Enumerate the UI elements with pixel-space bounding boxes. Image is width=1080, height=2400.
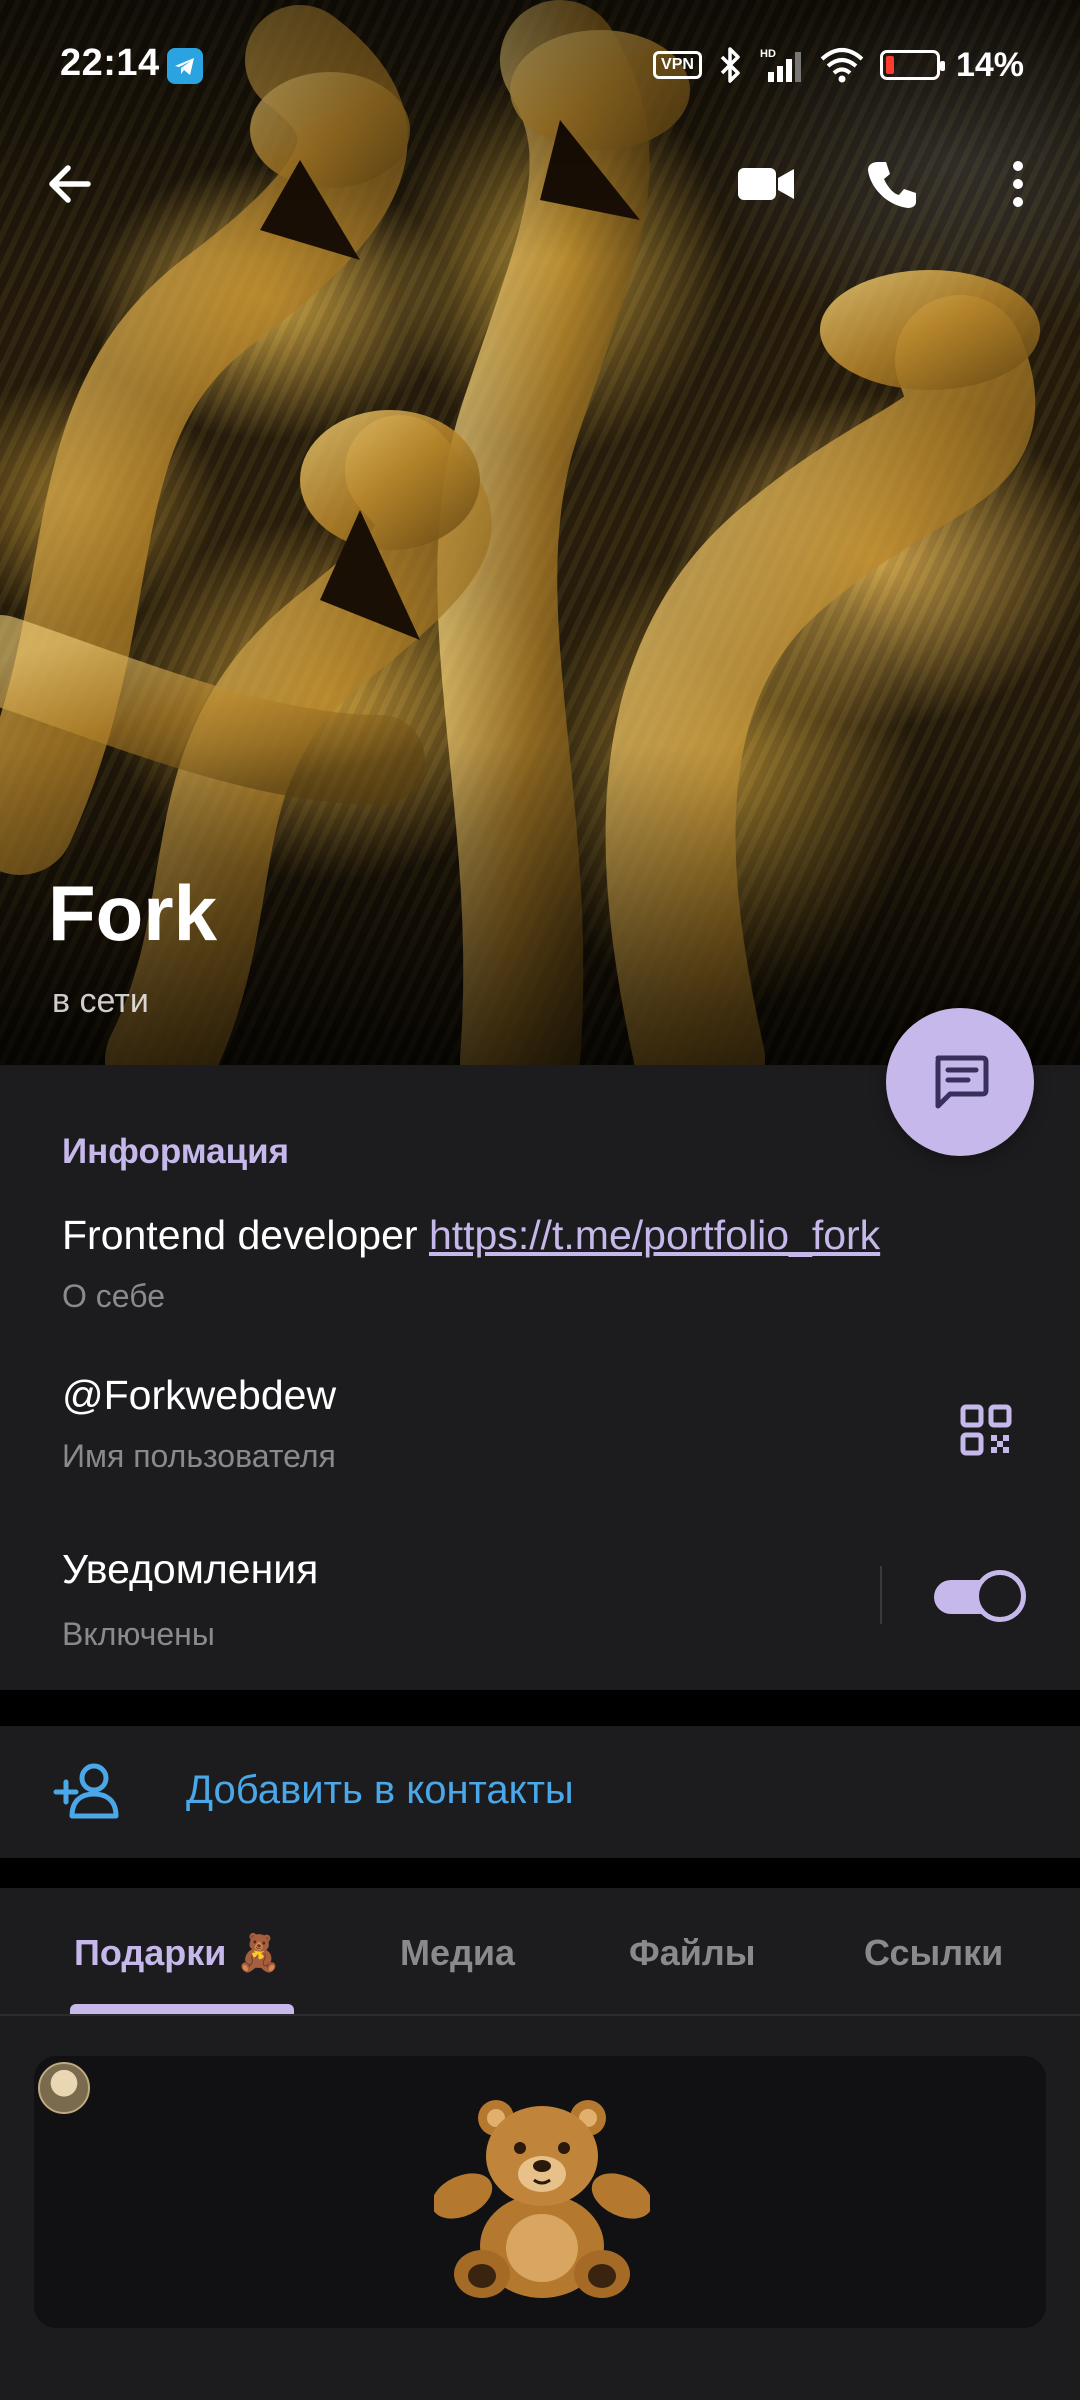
telegram-icon: [167, 48, 203, 84]
battery-icon: [879, 50, 945, 80]
bluetooth-icon: [720, 47, 740, 83]
add-contact-button[interactable]: Добавить в контакты: [0, 1726, 1080, 1858]
status-bar: 22:14 VPN HD 14%: [0, 0, 1080, 130]
status-time: 22:14: [60, 42, 160, 84]
profile-status: в сети: [52, 982, 149, 1020]
profile-name: Fork: [48, 869, 218, 957]
notifications-divider: [880, 1566, 882, 1624]
toggle-knob: [974, 1570, 1026, 1622]
more-button[interactable]: [982, 148, 1054, 220]
tab-links[interactable]: Ссылки: [864, 1932, 1003, 1974]
more-vertical-icon: [1013, 161, 1023, 207]
vpn-icon: VPN: [653, 51, 702, 79]
tab-bar: Подарки 🧸 Медиа Файлы Ссылки: [0, 1888, 1080, 2016]
phone-icon: [868, 162, 916, 208]
video-call-button[interactable]: [730, 148, 802, 220]
tab-media[interactable]: Медиа: [400, 1932, 515, 1974]
video-camera-icon: [738, 168, 794, 200]
notifications-toggle[interactable]: [934, 1570, 1026, 1622]
info-section-title: Информация: [62, 1132, 290, 1171]
message-button[interactable]: [886, 1008, 1034, 1156]
signal-icon: HD: [760, 48, 801, 82]
gift-sender-avatar[interactable]: [38, 2062, 90, 2114]
svg-text:HD: HD: [760, 48, 776, 60]
chat-bubble-icon: [935, 1055, 989, 1109]
battery-percent: 14%: [955, 45, 1024, 84]
add-contact-label: Добавить в контакты: [186, 1768, 574, 1812]
bio-text: Frontend developer: [62, 1212, 429, 1258]
call-button[interactable]: [856, 148, 928, 220]
notifications-title[interactable]: Уведомления: [62, 1546, 318, 1593]
tab-gifts[interactable]: Подарки 🧸: [74, 1932, 281, 1974]
battery-fill: [885, 56, 894, 74]
bio-caption: О себе: [62, 1278, 165, 1314]
gift-card[interactable]: [34, 2056, 1046, 2328]
username-caption: Имя пользователя: [62, 1438, 336, 1474]
section-gap: [0, 1858, 1080, 1888]
bio-row[interactable]: Frontend developer https://t.me/portfoli…: [62, 1212, 880, 1259]
username-value[interactable]: @Forkwebdew: [62, 1372, 336, 1419]
add-user-icon: [53, 1763, 119, 1819]
tab-files[interactable]: Файлы: [629, 1932, 756, 1974]
arrow-left-icon: [49, 165, 91, 203]
tab-active-indicator: [70, 2004, 294, 2014]
section-gap: [0, 1690, 1080, 1726]
status-icons: VPN HD 14%: [653, 44, 1024, 86]
notifications-state: Включены: [62, 1616, 215, 1652]
gifts-content: [0, 2016, 1080, 2400]
qr-code-button[interactable]: [950, 1394, 1022, 1466]
qr-code-icon: [960, 1404, 1012, 1456]
profile-screen: 22:14 VPN HD 14% Fork в сети Информация …: [0, 0, 1080, 2400]
bio-link[interactable]: https://t.me/portfolio_fork: [429, 1212, 880, 1258]
back-button[interactable]: [34, 148, 106, 220]
teddy-bear-icon: [434, 2100, 650, 2298]
wifi-icon: [820, 48, 864, 83]
